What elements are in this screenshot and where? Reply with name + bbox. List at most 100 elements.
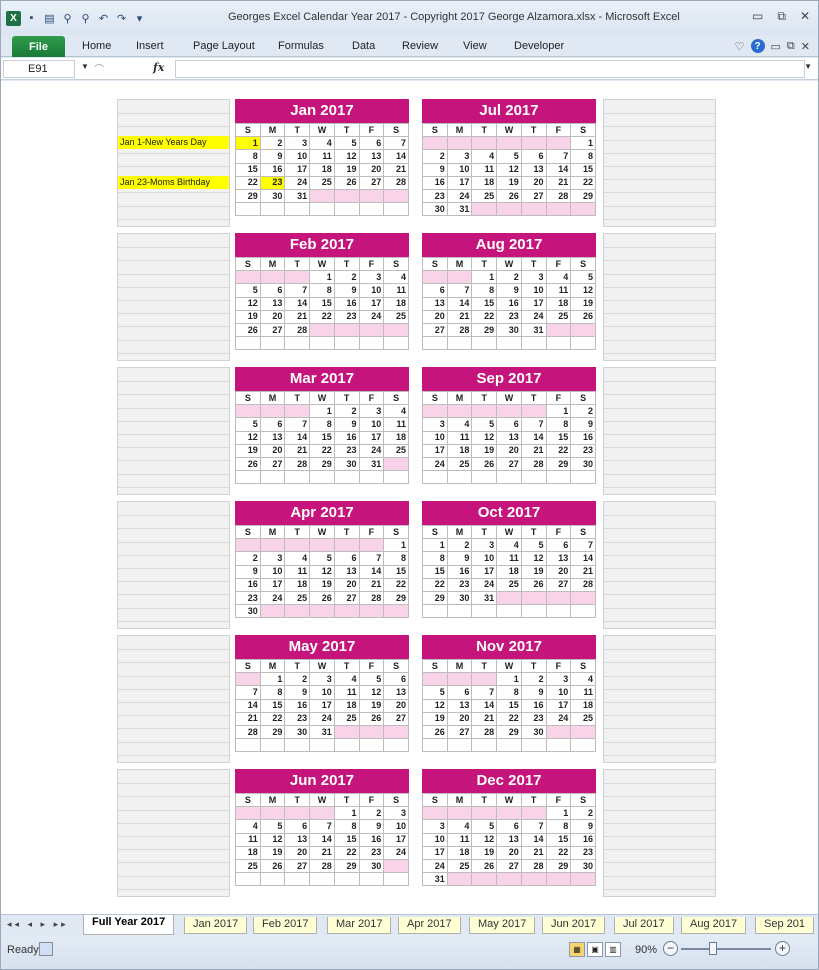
help-icon[interactable]: ? xyxy=(750,39,765,53)
empty-day-cell[interactable] xyxy=(235,806,261,821)
day-cell[interactable]: 1 xyxy=(570,136,596,151)
day-cell[interactable]: 25 xyxy=(383,443,409,458)
right-notes-panel[interactable] xyxy=(603,769,716,897)
day-cell[interactable]: 2 xyxy=(446,538,473,553)
empty-day-cell[interactable] xyxy=(235,470,261,485)
empty-day-cell[interactable] xyxy=(422,270,448,285)
day-cell[interactable]: 15 xyxy=(496,698,522,713)
empty-day-cell[interactable] xyxy=(545,604,572,619)
day-cell[interactable]: 7 xyxy=(520,819,547,834)
day-cell[interactable]: 7 xyxy=(309,819,335,834)
day-cell[interactable]: 30 xyxy=(422,202,448,217)
day-cell[interactable]: 22 xyxy=(545,845,572,860)
empty-day-cell[interactable] xyxy=(520,604,547,619)
empty-day-cell[interactable] xyxy=(383,858,409,874)
empty-day-cell[interactable] xyxy=(383,470,409,485)
empty-day-cell[interactable] xyxy=(570,336,596,351)
day-cell[interactable]: 8 xyxy=(309,417,335,432)
collapse-ribbon-icon[interactable]: ♡ xyxy=(735,40,745,53)
day-cell[interactable]: 20 xyxy=(496,845,522,860)
right-notes-panel[interactable] xyxy=(603,367,716,495)
empty-day-cell[interactable] xyxy=(235,738,261,753)
empty-day-cell[interactable] xyxy=(496,202,522,217)
day-cell[interactable]: 27 xyxy=(259,322,286,338)
day-cell[interactable]: 11 xyxy=(471,162,498,177)
day-cell[interactable]: 1 xyxy=(422,538,448,553)
day-cell[interactable]: 30 xyxy=(520,724,547,740)
day-cell[interactable]: 25 xyxy=(383,309,409,324)
day-cell[interactable]: 31 xyxy=(358,456,385,472)
empty-day-cell[interactable] xyxy=(259,470,286,485)
day-cell[interactable]: 13 xyxy=(284,832,311,847)
day-cell[interactable]: 9 xyxy=(235,564,261,579)
empty-day-cell[interactable] xyxy=(284,404,311,419)
day-cell[interactable]: 8 xyxy=(383,551,409,566)
day-cell[interactable]: 18 xyxy=(333,698,360,713)
day-cell[interactable]: 15 xyxy=(422,564,448,579)
day-cell[interactable]: 5 xyxy=(235,417,261,432)
day-cell[interactable]: 25 xyxy=(446,456,473,472)
empty-day-cell[interactable] xyxy=(358,322,385,338)
day-cell[interactable]: 18 xyxy=(383,296,409,311)
day-cell[interactable]: 19 xyxy=(259,845,286,860)
day-cell[interactable]: 22 xyxy=(471,309,498,324)
day-cell[interactable]: 3 xyxy=(284,136,311,151)
empty-day-cell[interactable] xyxy=(284,270,311,285)
day-cell[interactable]: 5 xyxy=(422,685,448,700)
day-cell[interactable]: 9 xyxy=(358,819,385,834)
empty-day-cell[interactable] xyxy=(496,336,522,351)
day-cell[interactable]: 1 xyxy=(545,806,572,821)
day-cell[interactable]: 15 xyxy=(570,162,596,177)
day-cell[interactable]: 16 xyxy=(235,577,261,592)
day-cell[interactable]: 1 xyxy=(235,136,261,151)
day-cell[interactable]: 21 xyxy=(446,309,473,324)
day-cell[interactable]: 12 xyxy=(235,430,261,445)
day-cell[interactable]: 24 xyxy=(259,590,286,606)
empty-day-cell[interactable] xyxy=(446,672,473,687)
zoom-in-icon[interactable]: + xyxy=(775,941,790,956)
day-cell[interactable]: 1 xyxy=(309,404,335,419)
empty-day-cell[interactable] xyxy=(520,404,547,419)
day-cell[interactable]: 10 xyxy=(520,283,547,298)
empty-day-cell[interactable] xyxy=(570,872,596,887)
day-cell[interactable]: 8 xyxy=(333,819,360,834)
tab-view[interactable]: View xyxy=(463,40,487,52)
empty-day-cell[interactable] xyxy=(496,738,522,753)
day-cell[interactable]: 16 xyxy=(422,175,448,190)
day-cell[interactable]: 4 xyxy=(383,404,409,419)
sheet-tab-full-year[interactable]: Full Year 2017 xyxy=(83,915,175,935)
day-cell[interactable]: 9 xyxy=(259,149,286,164)
day-cell[interactable]: 28 xyxy=(471,724,498,740)
empty-day-cell[interactable] xyxy=(471,336,498,351)
left-notes-panel[interactable] xyxy=(117,635,230,763)
day-cell[interactable]: 12 xyxy=(358,685,385,700)
day-cell[interactable]: 7 xyxy=(446,283,473,298)
empty-day-cell[interactable] xyxy=(284,470,311,485)
empty-day-cell[interactable] xyxy=(383,738,409,753)
day-cell[interactable]: 23 xyxy=(333,309,360,324)
day-cell[interactable]: 12 xyxy=(471,430,498,445)
left-notes-panel[interactable] xyxy=(117,367,230,495)
empty-day-cell[interactable] xyxy=(358,336,385,351)
empty-day-cell[interactable] xyxy=(383,872,409,887)
day-cell[interactable]: 15 xyxy=(545,430,572,445)
day-cell[interactable]: 11 xyxy=(545,283,572,298)
empty-day-cell[interactable] xyxy=(383,456,409,472)
day-cell[interactable]: 28 xyxy=(446,322,473,338)
day-cell[interactable]: 10 xyxy=(446,162,473,177)
day-cell[interactable]: 26 xyxy=(422,724,448,740)
empty-day-cell[interactable] xyxy=(333,538,360,553)
day-cell[interactable]: 13 xyxy=(446,698,473,713)
day-cell[interactable]: 6 xyxy=(422,283,448,298)
empty-day-cell[interactable] xyxy=(235,270,261,285)
day-cell[interactable]: 20 xyxy=(383,698,409,713)
day-cell[interactable]: 1 xyxy=(545,404,572,419)
day-cell[interactable]: 4 xyxy=(284,551,311,566)
day-cell[interactable]: 19 xyxy=(471,845,498,860)
day-cell[interactable]: 25 xyxy=(333,711,360,726)
day-cell[interactable]: 25 xyxy=(309,175,335,190)
empty-day-cell[interactable] xyxy=(570,202,596,217)
find-icon[interactable]: ⚲ xyxy=(60,11,75,26)
empty-day-cell[interactable] xyxy=(471,470,498,485)
empty-day-cell[interactable] xyxy=(496,590,522,606)
